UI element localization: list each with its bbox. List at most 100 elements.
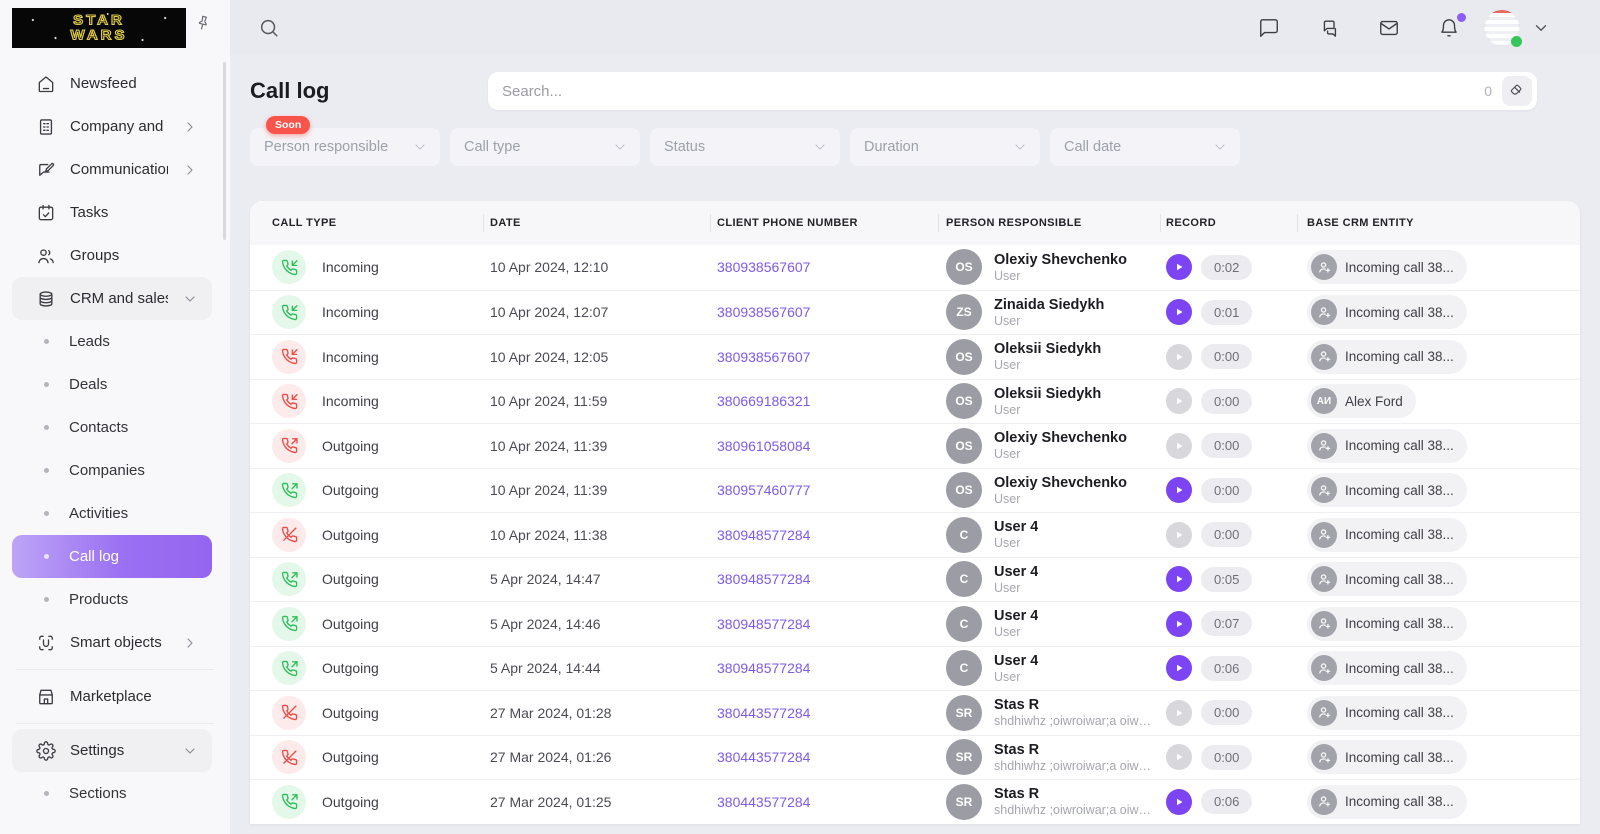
client-phone-link[interactable]: 380938567607 bbox=[717, 259, 810, 275]
table-row[interactable]: Outgoing 27 Mar 2024, 01:28 380443577284… bbox=[250, 690, 1580, 735]
client-phone-link[interactable]: 380443577284 bbox=[717, 749, 810, 765]
client-phone-link[interactable]: 380957460777 bbox=[717, 482, 810, 498]
filter-call-type[interactable]: Call type bbox=[450, 128, 640, 166]
client-phone-link[interactable]: 380443577284 bbox=[717, 705, 810, 721]
play-record-button[interactable] bbox=[1166, 254, 1192, 281]
play-record-button[interactable] bbox=[1166, 299, 1192, 326]
base-crm-entity-chip[interactable]: Incoming call 38... bbox=[1307, 740, 1467, 775]
chat-icon[interactable] bbox=[1258, 17, 1280, 39]
filter-status[interactable]: Status bbox=[650, 128, 840, 166]
sidebar-item-newsfeed[interactable]: Newsfeed bbox=[12, 62, 212, 105]
pin-sidebar-icon[interactable] bbox=[194, 14, 212, 32]
sidebar-item-products[interactable]: Products bbox=[12, 578, 212, 621]
call-type-label: Incoming bbox=[322, 259, 379, 276]
profile-chevron-down-icon[interactable] bbox=[1532, 19, 1550, 37]
base-crm-entity-chip[interactable]: Incoming call 38... bbox=[1307, 606, 1467, 641]
star-wars-logo[interactable]: STAR WARS bbox=[12, 8, 186, 48]
sidebar-item-deals[interactable]: Deals bbox=[12, 363, 212, 406]
play-record-button[interactable] bbox=[1166, 655, 1192, 682]
table-search: 0 bbox=[488, 72, 1537, 110]
table-row[interactable]: Outgoing 5 Apr 2024, 14:44 380948577284 … bbox=[250, 645, 1580, 691]
play-record-button[interactable] bbox=[1166, 699, 1192, 726]
play-record-button[interactable] bbox=[1166, 343, 1192, 370]
base-crm-entity-chip[interactable]: АИ Alex Ford bbox=[1307, 384, 1416, 419]
table-row[interactable]: Incoming 10 Apr 2024, 12:10 380938567607… bbox=[250, 245, 1580, 290]
mail-icon[interactable] bbox=[1378, 17, 1400, 39]
sidebar-item-marketplace[interactable]: Marketplace bbox=[12, 675, 212, 718]
sidebar-item-groups[interactable]: Groups bbox=[12, 234, 212, 277]
table-row[interactable]: Outgoing 10 Apr 2024, 11:38 380948577284… bbox=[250, 512, 1580, 557]
client-phone-link[interactable]: 380948577284 bbox=[717, 527, 810, 543]
chevron-down-icon bbox=[412, 139, 428, 155]
client-phone-link[interactable]: 380443577284 bbox=[717, 794, 810, 810]
client-phone-link[interactable]: 380961058084 bbox=[717, 438, 810, 454]
sidebar-item-smart-objects[interactable]: Smart objects bbox=[12, 621, 212, 664]
filter-person-responsible[interactable]: Soon Person responsible bbox=[250, 116, 440, 166]
chat-double-icon[interactable] bbox=[1318, 17, 1340, 39]
sidebar-item-companies[interactable]: Companies bbox=[12, 449, 212, 492]
sidebar-item-leads[interactable]: Leads bbox=[12, 320, 212, 363]
sidebar-item-sections[interactable]: Sections bbox=[12, 772, 212, 815]
call-type-label: Outgoing bbox=[322, 526, 379, 543]
table-row[interactable]: Outgoing 27 Mar 2024, 01:26 380443577284… bbox=[250, 734, 1580, 780]
call-date: 10 Apr 2024, 11:38 bbox=[490, 526, 608, 543]
filter-duration[interactable]: Duration bbox=[850, 128, 1040, 166]
sidebar-item-communication-c[interactable]: Communication c... bbox=[12, 148, 212, 191]
base-crm-entity-chip[interactable]: Incoming call 38... bbox=[1307, 339, 1467, 374]
clear-search-button[interactable] bbox=[1502, 76, 1532, 106]
client-phone-link[interactable]: 380948577284 bbox=[717, 571, 810, 587]
sidebar-item-call-log[interactable]: Call log bbox=[12, 535, 212, 578]
client-phone-link[interactable]: 380938567607 bbox=[717, 304, 810, 320]
outgoing-green-call-icon bbox=[272, 784, 306, 819]
base-crm-entity-chip[interactable]: Incoming call 38... bbox=[1307, 651, 1467, 686]
base-crm-entity-chip[interactable]: Incoming call 38... bbox=[1307, 784, 1467, 819]
base-crm-entity-chip[interactable]: Incoming call 38... bbox=[1307, 473, 1467, 508]
play-record-button[interactable] bbox=[1166, 477, 1192, 504]
table-row[interactable]: Outgoing 5 Apr 2024, 14:46 380948577284 … bbox=[250, 601, 1580, 646]
play-record-button[interactable] bbox=[1166, 521, 1192, 548]
sidebar-item-crm-and-sales[interactable]: CRM and sales bbox=[12, 277, 212, 320]
column-header-date: DATE bbox=[483, 217, 710, 229]
sidebar-item-tasks[interactable]: Tasks bbox=[12, 191, 212, 234]
base-crm-entity-chip[interactable]: Incoming call 38... bbox=[1307, 295, 1467, 330]
bell-icon[interactable] bbox=[1438, 12, 1466, 39]
bullet-dot-icon bbox=[44, 597, 49, 602]
search-input[interactable] bbox=[502, 82, 1485, 100]
person-name: Olexiy Shevchenko bbox=[994, 251, 1127, 268]
incoming-red-call-icon bbox=[272, 384, 306, 419]
base-crm-entity-chip[interactable]: Incoming call 38... bbox=[1307, 428, 1467, 463]
global-search-icon[interactable] bbox=[258, 17, 280, 39]
play-record-button[interactable] bbox=[1166, 744, 1192, 771]
filter-call-date[interactable]: Call date bbox=[1050, 128, 1240, 166]
table-row[interactable]: Outgoing 5 Apr 2024, 14:47 380948577284 … bbox=[250, 556, 1580, 602]
outgoing-green-call-icon bbox=[272, 473, 306, 508]
table-row[interactable]: Outgoing 10 Apr 2024, 11:39 380961058084… bbox=[250, 423, 1580, 468]
table-row[interactable]: Outgoing 10 Apr 2024, 11:39 380957460777… bbox=[250, 467, 1580, 513]
base-crm-entity-chip[interactable]: Incoming call 38... bbox=[1307, 250, 1467, 285]
sidebar-scrollbar[interactable] bbox=[223, 62, 226, 240]
table-row[interactable]: Incoming 10 Apr 2024, 12:05 380938567607… bbox=[250, 334, 1580, 379]
sidebar-item-contacts[interactable]: Contacts bbox=[12, 406, 212, 449]
table-row[interactable]: Incoming 10 Apr 2024, 12:07 380938567607… bbox=[250, 289, 1580, 335]
client-phone-link[interactable]: 380938567607 bbox=[717, 349, 810, 365]
client-phone-link[interactable]: 380948577284 bbox=[717, 616, 810, 632]
base-crm-entity-chip[interactable]: Incoming call 38... bbox=[1307, 695, 1467, 730]
user-avatar[interactable] bbox=[1484, 9, 1522, 47]
base-crm-entity-chip[interactable]: Incoming call 38... bbox=[1307, 517, 1467, 552]
client-phone-link[interactable]: 380669186321 bbox=[717, 393, 810, 409]
sidebar-item-activities[interactable]: Activities bbox=[12, 492, 212, 535]
person-avatar: ZS bbox=[946, 294, 982, 331]
play-record-button[interactable] bbox=[1166, 610, 1192, 637]
play-record-button[interactable] bbox=[1166, 432, 1192, 459]
play-record-button[interactable] bbox=[1166, 566, 1192, 593]
person-name: Oleksii Siedykh bbox=[994, 341, 1102, 358]
table-row[interactable]: Incoming 10 Apr 2024, 11:59 380669186321… bbox=[250, 378, 1580, 424]
sidebar-item-company-and-pe[interactable]: Company and pe... bbox=[12, 105, 212, 148]
table-row[interactable]: Outgoing 27 Mar 2024, 01:25 380443577284… bbox=[250, 779, 1580, 824]
play-record-button[interactable] bbox=[1166, 788, 1192, 815]
client-phone-link[interactable]: 380948577284 bbox=[717, 660, 810, 676]
sidebar-item-label: Newsfeed bbox=[70, 75, 137, 92]
play-record-button[interactable] bbox=[1166, 388, 1192, 415]
sidebar-item-settings[interactable]: Settings bbox=[12, 729, 212, 772]
base-crm-entity-chip[interactable]: Incoming call 38... bbox=[1307, 562, 1467, 597]
